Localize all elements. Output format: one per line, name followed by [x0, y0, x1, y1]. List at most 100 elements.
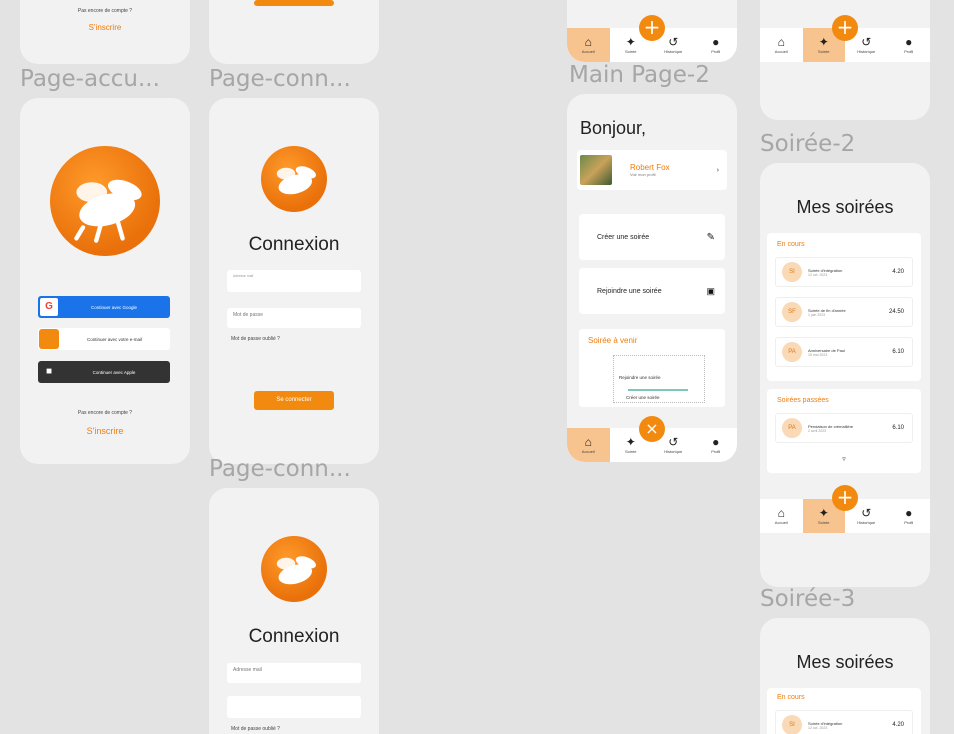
join-party-card[interactable]: Rejoindre une soirée ▣ [579, 268, 725, 314]
bee-logo-icon [276, 556, 316, 585]
nav-home-label: Accueil [774, 520, 788, 525]
chevron-right-icon: › [716, 166, 719, 174]
add-fab[interactable]: + [639, 15, 665, 41]
forgot-password-link[interactable]: Mot de passe oublié ? [231, 726, 280, 732]
password-field[interactable]: Mot de passe [227, 308, 361, 328]
home-icon: ⌂ [584, 35, 592, 49]
nav-profile[interactable]: ● Profil [888, 499, 931, 533]
party-popper-icon: ✦ [625, 435, 636, 449]
party-score: 4.20 [892, 722, 904, 728]
nav-profile-label: Profil [711, 449, 721, 454]
past-parties-card: Soirées passées PA Pendaison de crémaillè… [767, 389, 921, 473]
home-icon: ⌂ [777, 35, 785, 49]
forgot-password-link[interactable]: Mot de passe oublié ? [231, 336, 280, 342]
profile-icon: ● [905, 506, 913, 520]
app-logo [50, 146, 160, 256]
join-party-label: Rejoindre une soirée [597, 287, 662, 295]
party-initials: SI [782, 262, 802, 282]
nav-home[interactable]: ⌂ Accueil [760, 499, 803, 533]
party-text: Anniversaire de Paul 15 mai 2023 [808, 348, 892, 357]
account-question: Pas encore de compte ? [77, 8, 133, 14]
fab-menu-join[interactable]: Rejoindre une soirée [619, 375, 661, 380]
party-initials: PA [782, 342, 802, 362]
top-stub-frame-2 [209, 0, 379, 64]
party-popper-icon: ✦ [818, 35, 829, 49]
list-item[interactable]: SF Soirée de fin d'année 1 juin 2023 24.50 [775, 297, 913, 327]
login-button-stub[interactable] [254, 0, 334, 6]
history-icon: ↺ [668, 435, 679, 449]
nav-history-label: Historique [857, 520, 876, 525]
login-button[interactable]: Se connecter [254, 391, 334, 410]
party-score: 4.20 [892, 269, 904, 275]
list-item[interactable]: PA Anniversaire de Paul 15 mai 2023 6.10 [775, 337, 913, 367]
party-text: Soirée de fin d'année 1 juin 2023 [808, 308, 889, 317]
current-section-title: En cours [777, 694, 805, 701]
party-date: 2 avril 2023 [808, 428, 827, 433]
nav-profile-label: Profil [711, 49, 721, 54]
party-score: 24.50 [888, 309, 904, 315]
frame-label-soiree-3: Soirée-3 [760, 586, 856, 612]
close-fab[interactable]: × [639, 416, 665, 442]
nav-home-label: Accueil [774, 49, 788, 54]
create-party-label: Créer une soirée [597, 233, 650, 241]
nav-home[interactable]: ⌂ Accueil [567, 428, 610, 462]
nav-home-label: Accueil [581, 449, 595, 454]
current-parties-card: En cours SI Soirée d'intégration 12 oct.… [767, 688, 921, 734]
register-link[interactable]: S'inscrire [20, 426, 190, 436]
google-signin-button[interactable]: G Continuer avec Google [38, 296, 170, 318]
soiree-3-frame: Mes soirées En cours SI Soirée d'intégra… [760, 618, 930, 734]
nav-history-label: Historique [857, 49, 876, 54]
history-icon: ↺ [668, 35, 679, 49]
add-fab[interactable]: + [832, 485, 858, 511]
profile-icon: ● [905, 35, 913, 49]
nav-party-label: Soirée [624, 49, 637, 54]
nav-profile[interactable]: ● Profil [888, 28, 931, 62]
chevron-down-icon[interactable]: ▿ [767, 455, 921, 463]
nav-profile-label: Profil [904, 520, 914, 525]
profile-card[interactable]: Robert Fox Voir mon profil › [577, 150, 727, 190]
google-icon: G [40, 298, 58, 316]
register-link[interactable]: S'inscrire [20, 23, 190, 32]
list-item[interactable]: SI Soirée d'intégration 12 oct. 2023 4.20 [775, 257, 913, 287]
top-stub-frame-1: Pas encore de compte ? S'inscrire [20, 0, 190, 64]
list-item[interactable]: PA Pendaison de crémaillère 2 avril 2023 6.… [775, 413, 913, 443]
party-initials: SF [782, 302, 802, 322]
nav-home[interactable]: ⌂ Accueil [760, 28, 803, 62]
pencil-icon: ✎ [706, 231, 715, 243]
create-party-card[interactable]: Créer une soirée ✎ [579, 214, 725, 260]
home-icon: ⌂ [584, 435, 592, 449]
user-sub: Voir mon profil [630, 172, 656, 177]
email-field-label: Adresse mail [233, 274, 254, 278]
nav-home-label: Accueil [581, 49, 595, 54]
nav-home[interactable]: ⌂ Accueil [567, 28, 610, 62]
password-field[interactable] [227, 696, 361, 718]
app-logo [261, 146, 327, 212]
profile-icon: ● [712, 35, 720, 49]
my-parties-title: Mes soirées [796, 197, 894, 217]
nav-party-label: Soirée [817, 49, 830, 54]
nav-profile-label: Profil [904, 49, 914, 54]
add-fab[interactable]: + [832, 15, 858, 41]
nav-profile[interactable]: ● Profil [695, 428, 738, 462]
frame-label-connexion-1: Page-conn... [209, 66, 351, 92]
email-field[interactable]: Adresse mail [227, 270, 361, 292]
email-field[interactable]: Adresse mail [227, 663, 361, 683]
page-connexion-frame-2: Connexion Adresse mail Mot de passe oubl… [209, 488, 379, 734]
main-page-stub-frame: ⌂ Accueil ✦ Soirée ↺ Historique ● Profil + [567, 0, 737, 62]
nav-profile[interactable]: ● Profil [695, 28, 738, 62]
party-initials: SI [782, 715, 802, 734]
home-icon: ⌂ [777, 506, 785, 520]
party-score: 6.10 [892, 425, 904, 431]
apple-signin-button[interactable]: ■ Continuer avec Apple [38, 361, 170, 383]
soiree-stub-frame: ⌂ Accueil ✦ Soirée ↺ Historique ● Profil + [760, 0, 930, 120]
list-item[interactable]: SI Soirée d'intégration 12 oct. 2023 4.2… [775, 710, 913, 734]
nav-history-label: Historique [664, 49, 683, 54]
apple-signin-label: Continuer avec Apple [92, 369, 136, 375]
fab-menu-create[interactable]: Créer une soirée [626, 395, 660, 400]
greeting: Bonjour, [580, 118, 647, 138]
email-signin-button[interactable]: Continuer avec votre e-mail [38, 328, 170, 350]
main-page-frame: Bonjour, Robert Fox Voir mon profil › Cr… [567, 94, 737, 462]
account-question: Pas encore de compte ? [77, 410, 133, 416]
frame-label-soiree-2: Soirée-2 [760, 131, 856, 157]
party-popper-icon: ✦ [625, 35, 636, 49]
